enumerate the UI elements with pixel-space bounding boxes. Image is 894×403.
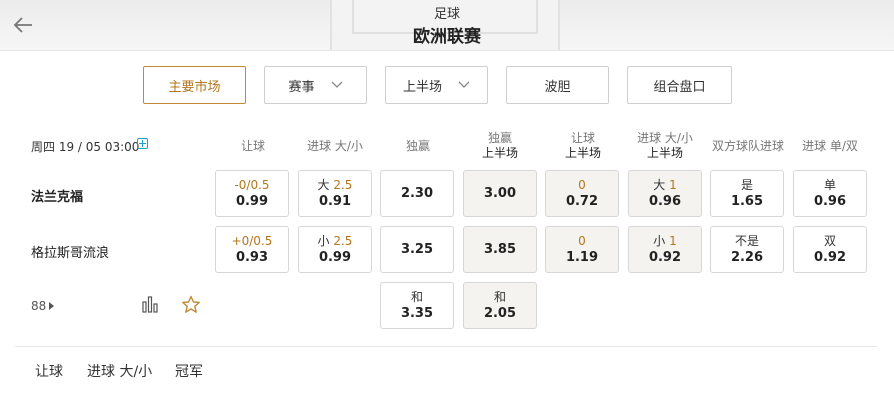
odds-cell-away-under[interactable]: 小 2.5 0.99 bbox=[298, 226, 372, 273]
live-plus-icon[interactable] bbox=[137, 138, 148, 149]
filter-label: 波胆 bbox=[544, 79, 571, 95]
column-header-total-first-half: 进球 大/小 上半场 bbox=[637, 131, 693, 160]
odds-cell-both-score-yes[interactable]: 是 1.65 bbox=[710, 170, 784, 217]
odds-cell-away-win[interactable]: 3.25 bbox=[380, 226, 454, 273]
market-filter-bar: 主要市场 赛事 上半场 波胆 组合盘口 bbox=[0, 66, 894, 106]
odds-cell-away-under-first-half[interactable]: 小 1 0.92 bbox=[628, 226, 702, 273]
home-team-name: 法兰克福 bbox=[31, 190, 84, 205]
star-icon[interactable] bbox=[181, 295, 201, 314]
odds-cell-home-win-first-half[interactable]: 3.00 bbox=[463, 170, 537, 217]
filter-label: 组合盘口 bbox=[653, 79, 706, 95]
column-header-total-goals: 进球 大/小 bbox=[307, 139, 363, 153]
filter-label: 主要市场 bbox=[168, 79, 221, 95]
stats-bar-icon[interactable] bbox=[141, 296, 159, 313]
odds-cell-odd[interactable]: 单 0.96 bbox=[793, 170, 867, 217]
odds-cell-away-handicap[interactable]: +0/0.5 0.93 bbox=[215, 226, 289, 273]
league-title: 欧洲联赛 bbox=[413, 27, 481, 47]
odds-cell-even[interactable]: 双 0.92 bbox=[793, 226, 867, 273]
filter-label: 上半场 bbox=[402, 79, 442, 95]
odds-cell-home-over[interactable]: 大 2.5 0.91 bbox=[298, 170, 372, 217]
away-team-name: 格拉斯哥流浪 bbox=[31, 246, 110, 261]
filter-combo-button[interactable]: 组合盘口 bbox=[627, 66, 732, 104]
odds-cell-home-handicap[interactable]: -0/0.5 0.99 bbox=[215, 170, 289, 217]
odds-cell-away-handicap-first-half[interactable]: 0 1.19 bbox=[545, 226, 619, 273]
chevron-down-icon bbox=[331, 81, 342, 88]
section-divider bbox=[15, 346, 877, 347]
sport-title: 足球 bbox=[433, 7, 460, 22]
filter-label: 赛事 bbox=[288, 79, 315, 95]
odds-cell-draw-first-half[interactable]: 和 2.05 bbox=[463, 282, 537, 329]
filter-events-dropdown[interactable]: 赛事 bbox=[264, 66, 367, 104]
column-header-handicap: 让球 bbox=[240, 139, 265, 153]
filter-first-half-dropdown[interactable]: 上半场 bbox=[385, 66, 488, 104]
odds-cell-home-over-first-half[interactable]: 大 1 0.96 bbox=[628, 170, 702, 217]
match-datetime: 周四 19 / 05 03:00 bbox=[31, 140, 140, 154]
more-markets-link[interactable]: 88 bbox=[31, 299, 55, 313]
column-header-odd-even: 进球 单/双 bbox=[802, 139, 858, 153]
filter-correct-score-button[interactable]: 波胆 bbox=[506, 66, 609, 104]
filter-main-markets-button[interactable]: 主要市场 bbox=[143, 66, 246, 104]
odds-cell-draw[interactable]: 和 3.35 bbox=[380, 282, 454, 329]
odds-cell-home-handicap-first-half[interactable]: 0 0.72 bbox=[545, 170, 619, 217]
column-header-1x2-first-half: 独赢 上半场 bbox=[481, 131, 518, 160]
tab-total-goals[interactable]: 进球 大/小 bbox=[87, 361, 152, 381]
odds-cell-both-score-no[interactable]: 不是 2.26 bbox=[710, 226, 784, 273]
odds-cell-away-win-first-half[interactable]: 3.85 bbox=[463, 226, 537, 273]
column-header-both-teams-score: 双方球队进球 bbox=[711, 139, 784, 153]
tab-outright[interactable]: 冠军 bbox=[175, 361, 203, 381]
page-header: 足球 欧洲联赛 bbox=[0, 0, 894, 51]
caret-right-icon bbox=[49, 302, 55, 310]
column-header-1x2: 独赢 bbox=[405, 139, 430, 153]
column-header-handicap-first-half: 让球 上半场 bbox=[564, 131, 601, 160]
tab-handicap[interactable]: 让球 bbox=[35, 361, 63, 381]
chevron-down-icon bbox=[458, 81, 470, 88]
odds-cell-home-win[interactable]: 2.30 bbox=[380, 170, 454, 217]
